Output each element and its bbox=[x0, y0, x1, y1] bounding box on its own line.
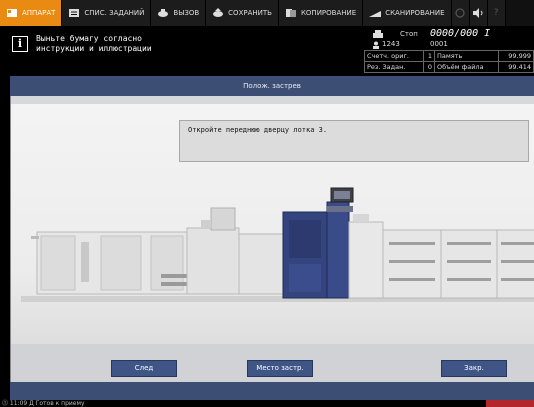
tab-job-list[interactable]: СПИС. ЗАДАНИЙ bbox=[62, 0, 152, 26]
tab-copy[interactable]: КОПИРОВАНИЕ bbox=[278, 0, 364, 26]
job-counter: 0000/000 I bbox=[430, 28, 491, 39]
status-label: Счетч. ориг. bbox=[364, 50, 424, 62]
header-message-line1: Выньте бумагу согласно bbox=[36, 34, 142, 43]
header-message-line2: инструкции и иллюстрации bbox=[36, 44, 152, 53]
tab-machine-label: АППАРАТ bbox=[22, 9, 56, 17]
status-bar-text: ⓵ 11:09 Д Готов к приему bbox=[2, 400, 85, 407]
bottom-band bbox=[10, 382, 534, 400]
globe-icon bbox=[455, 8, 465, 18]
machine-icon bbox=[7, 9, 17, 17]
status-label: Объём файла bbox=[433, 61, 500, 73]
warning-indicator[interactable] bbox=[486, 400, 534, 407]
status-value: 99.999 bbox=[498, 50, 534, 62]
jam-location-button[interactable]: Место застр. bbox=[247, 360, 313, 377]
tab-copy-label: КОПИРОВАНИЕ bbox=[300, 9, 357, 17]
user-icon bbox=[373, 41, 379, 49]
status-row: Рез. Задан. 0 Объём файла 99.414 bbox=[364, 61, 534, 73]
status-value: 0 bbox=[422, 61, 435, 73]
top-tab-bar: АППАРАТ СПИС. ЗАДАНИЙ ВЫЗОВ СОХРАНИТЬ КО… bbox=[0, 0, 534, 26]
tab-globe[interactable] bbox=[451, 0, 470, 26]
next-button[interactable]: След bbox=[111, 360, 177, 377]
button-bar: След Место застр. Закр. bbox=[10, 344, 534, 382]
printer-icon bbox=[373, 30, 383, 38]
tab-recall-label: ВЫЗОВ bbox=[173, 9, 200, 17]
tab-machine[interactable]: АППАРАТ bbox=[0, 0, 63, 26]
user-count-2: 0001 bbox=[430, 40, 448, 48]
info-icon: i bbox=[12, 36, 28, 52]
close-button[interactable]: Закр. bbox=[441, 360, 507, 377]
status-value: 1 bbox=[422, 50, 435, 62]
recall-icon bbox=[158, 9, 169, 17]
instruction-box: Откройте переднюю дверцу лотка 3. bbox=[179, 120, 529, 162]
status-row: Счетч. ориг. 1 Память 99.999 bbox=[364, 50, 534, 62]
scan-icon bbox=[369, 11, 382, 17]
status-label: Рез. Задан. bbox=[364, 61, 424, 73]
tab-scan-label: СКАНИРОВАНИЕ bbox=[385, 9, 445, 17]
status-value: 99.414 bbox=[498, 61, 534, 73]
user-count: 1243 bbox=[382, 40, 400, 48]
stop-label: Стоп bbox=[400, 30, 418, 38]
tab-scan[interactable]: СКАНИРОВАНИЕ bbox=[363, 0, 452, 26]
tab-save[interactable]: СОХРАНИТЬ bbox=[206, 0, 279, 26]
save-icon bbox=[213, 8, 224, 17]
help-icon: ? bbox=[493, 8, 499, 18]
tab-job-list-label: СПИС. ЗАДАНИЙ bbox=[84, 9, 145, 17]
page-title: Полож. застрев bbox=[10, 76, 534, 96]
status-table: Счетч. ориг. 1 Память 99.999 Рез. Задан.… bbox=[364, 50, 534, 73]
job-list-icon bbox=[69, 9, 80, 17]
panel-top-stripe bbox=[11, 96, 534, 104]
tab-sound[interactable] bbox=[469, 0, 488, 26]
copy-icon bbox=[285, 9, 296, 17]
status-bar: ⓵ 11:09 Д Готов к приему bbox=[0, 400, 534, 407]
tab-save-label: СОХРАНИТЬ bbox=[228, 9, 272, 17]
main-panel: Откройте переднюю дверцу лотка 3. bbox=[10, 96, 534, 344]
speaker-icon bbox=[473, 8, 483, 18]
machine-status: Стоп 0000/000 I 1243 0001 bbox=[366, 28, 534, 50]
header-area: i Выньте бумагу согласно инструкции и ил… bbox=[0, 26, 534, 74]
tab-recall[interactable]: ВЫЗОВ bbox=[151, 0, 207, 26]
printer-illustration bbox=[21, 187, 534, 302]
instruction-text: Откройте переднюю дверцу лотка 3. bbox=[188, 126, 328, 134]
header-message: Выньте бумагу согласно инструкции и иллю… bbox=[36, 34, 152, 54]
tab-help[interactable]: ? bbox=[487, 0, 506, 26]
status-label: Память bbox=[433, 50, 500, 62]
